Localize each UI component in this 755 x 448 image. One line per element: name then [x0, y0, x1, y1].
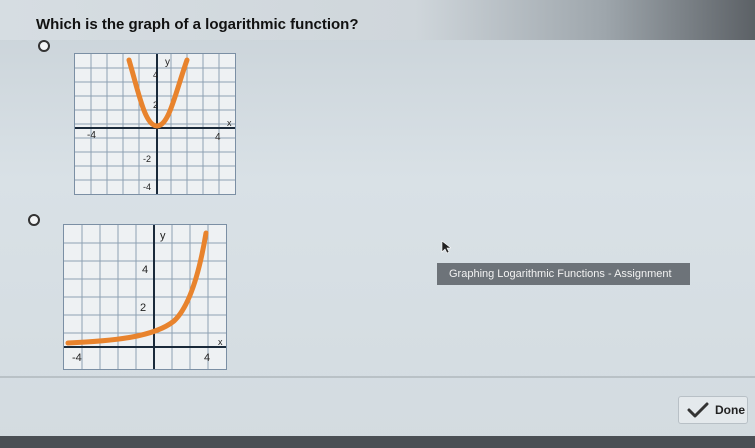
option-b-y-label: y	[160, 230, 166, 242]
option-b-tick-xneg4: -4	[72, 352, 82, 364]
option-a-y-label: y	[165, 57, 170, 68]
option-a-x-label: x	[227, 118, 232, 128]
option-a-graph-svg: y x 4 2 -4 4 -2 -4	[75, 54, 235, 194]
option-b-graph: y x 4 2 -4 4	[63, 224, 227, 370]
mouse-cursor-icon	[441, 240, 451, 254]
option-a-tick-y4: 4	[153, 70, 158, 80]
option-a-tick-yneg4: -4	[143, 182, 151, 192]
question-text: Which is the graph of a logarithmic func…	[36, 16, 359, 33]
option-a-tick-x4: 4	[215, 132, 221, 143]
option-a-tick-yneg2: -2	[143, 154, 151, 164]
done-label: Done	[715, 403, 745, 417]
option-b-tick-x4: 4	[204, 352, 210, 364]
option-b-tick-y2: 2	[140, 302, 146, 314]
bottom-bar	[0, 436, 755, 448]
option-a-radio[interactable]	[38, 40, 50, 52]
option-b-tick-y4: 4	[142, 264, 148, 276]
checkmark-icon	[687, 402, 709, 418]
option-b-graph-svg: y x 4 2 -4 4	[64, 225, 226, 369]
option-b-x-label: x	[218, 337, 223, 347]
option-b-radio[interactable]	[28, 214, 40, 226]
assignment-banner: Graphing Logarithmic Functions - Assignm…	[437, 263, 690, 285]
divider	[0, 376, 755, 378]
done-button[interactable]: Done	[678, 396, 748, 424]
option-a-tick-y2: 2	[153, 100, 158, 110]
option-a-graph: y x 4 2 -4 4 -2 -4	[74, 53, 236, 195]
option-a-tick-xneg4: -4	[87, 130, 96, 141]
